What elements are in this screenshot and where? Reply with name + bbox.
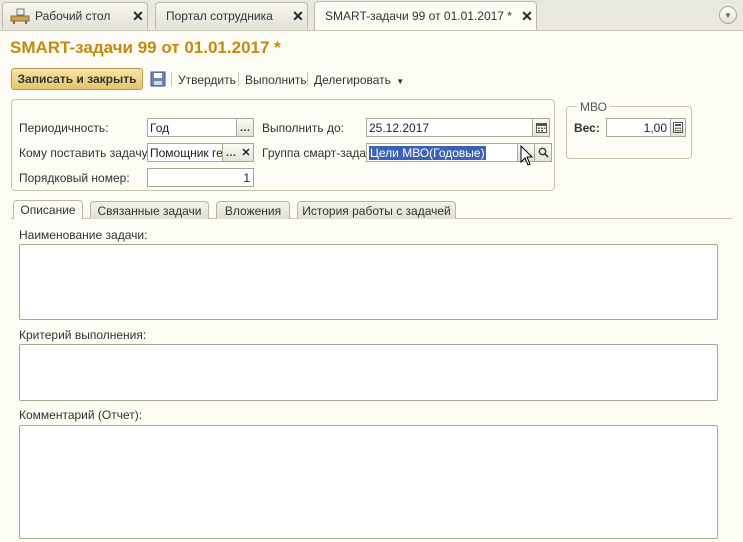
- tab-attachments[interactable]: Вложения: [216, 201, 290, 219]
- smart-group-field[interactable]: Цели МВО(Годовые): [366, 143, 518, 162]
- close-icon[interactable]: ✕: [518, 8, 536, 25]
- close-icon[interactable]: ✕: [289, 8, 307, 25]
- close-icon[interactable]: ✕: [129, 8, 147, 25]
- periodicity-select-button[interactable]: …: [237, 118, 254, 137]
- task-name-textarea[interactable]: [19, 244, 718, 320]
- weight-label: Вес:: [574, 121, 600, 135]
- toolbar-separator: [307, 72, 308, 86]
- assignee-field[interactable]: Помощник ген: [147, 143, 223, 162]
- calendar-icon[interactable]: [533, 118, 550, 137]
- approve-button[interactable]: Утвердить: [178, 73, 236, 87]
- weight-field[interactable]: 1,00: [606, 118, 671, 137]
- comment-textarea[interactable]: [19, 425, 718, 539]
- mbo-legend: МВО: [577, 100, 610, 114]
- task-name-label: Наименование задачи:: [19, 228, 148, 242]
- toolbar-separator: [171, 72, 172, 86]
- delegate-button[interactable]: Делегировать ▼: [314, 73, 404, 87]
- comment-label: Комментарий (Отчет):: [19, 408, 143, 422]
- search-icon[interactable]: [535, 143, 552, 162]
- due-label: Выполнить до:: [262, 121, 344, 135]
- criterion-textarea[interactable]: [19, 344, 718, 401]
- assignee-label: Кому поставить задачу:: [19, 146, 151, 160]
- assignee-select-button[interactable]: …: [223, 143, 240, 162]
- chevron-down-icon[interactable]: ▼: [719, 6, 737, 24]
- clear-icon[interactable]: ✕: [239, 143, 254, 162]
- execute-button[interactable]: Выполнить: [245, 73, 307, 87]
- periodicity-label: Периодичность:: [19, 121, 109, 135]
- periodicity-field[interactable]: Год: [147, 118, 237, 137]
- order-number-field[interactable]: 1: [147, 168, 254, 187]
- order-label: Порядковый номер:: [19, 171, 130, 185]
- smart-group-value: Цели МВО(Годовые): [369, 145, 486, 160]
- window-tab-desktop[interactable]: Рабочий стол ✕: [2, 2, 148, 29]
- window-tab-label: Портал сотрудника: [166, 9, 273, 23]
- tab-related-tasks[interactable]: Связанные задачи: [90, 201, 209, 219]
- chevron-down-icon: ▼: [396, 77, 405, 86]
- tab-history[interactable]: История работы с задачей: [297, 201, 456, 219]
- save-icon[interactable]: [150, 71, 166, 87]
- tab-description[interactable]: Описание: [13, 200, 83, 219]
- due-date-field[interactable]: 25.12.2017: [366, 118, 533, 137]
- group-label: Группа смарт-задач:: [262, 146, 376, 160]
- calculator-icon[interactable]: [671, 118, 686, 137]
- desk-icon: [10, 8, 30, 24]
- criterion-label: Критерий выполнения:: [19, 328, 147, 342]
- toolbar-separator: [238, 72, 239, 86]
- delegate-label: Делегировать: [314, 73, 391, 87]
- window-tab-strip: Рабочий стол ✕ Портал сотрудника ✕ SMART…: [0, 0, 743, 31]
- window-tab-label: Рабочий стол: [35, 9, 111, 23]
- mouse-cursor-icon: [520, 145, 534, 166]
- window-tab-smart-task[interactable]: SMART-задачи 99 от 01.01.2017 * ✕: [314, 1, 537, 30]
- page-title: SMART-задачи 99 от 01.01.2017 *: [10, 38, 281, 57]
- window-tab-label: SMART-задачи 99 от 01.01.2017 *: [325, 9, 512, 23]
- window-tab-portal[interactable]: Портал сотрудника ✕: [155, 2, 308, 29]
- save-close-button[interactable]: Записать и закрыть: [11, 68, 143, 90]
